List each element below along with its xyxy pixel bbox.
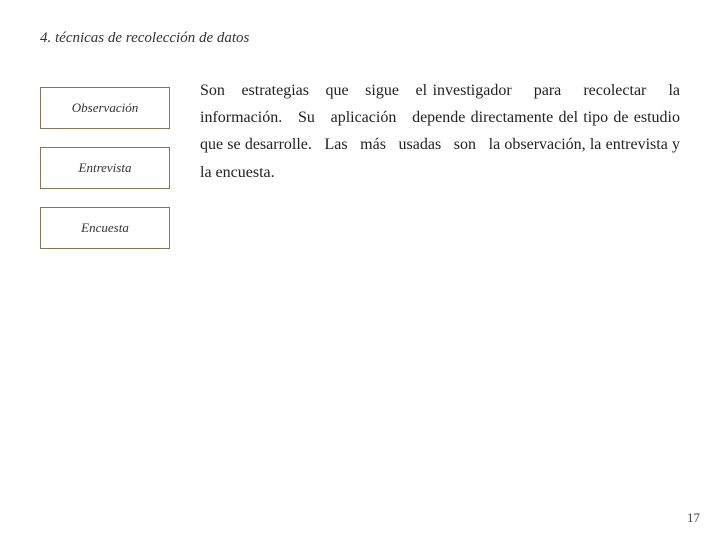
slide-title: 4. técnicas de recolección de datos (40, 30, 680, 47)
slide-number: 17 (687, 510, 700, 526)
content-area: Observación Entrevista Encuesta Son estr… (40, 77, 680, 249)
slide: 4. técnicas de recolección de datos Obse… (0, 0, 720, 540)
left-column: Observación Entrevista Encuesta (40, 77, 170, 249)
label-entrevista: Entrevista (40, 147, 170, 189)
label-encuesta: Encuesta (40, 207, 170, 249)
label-observacion: Observación (40, 87, 170, 129)
body-text: Son estrategias que sigue el investigado… (200, 77, 680, 186)
